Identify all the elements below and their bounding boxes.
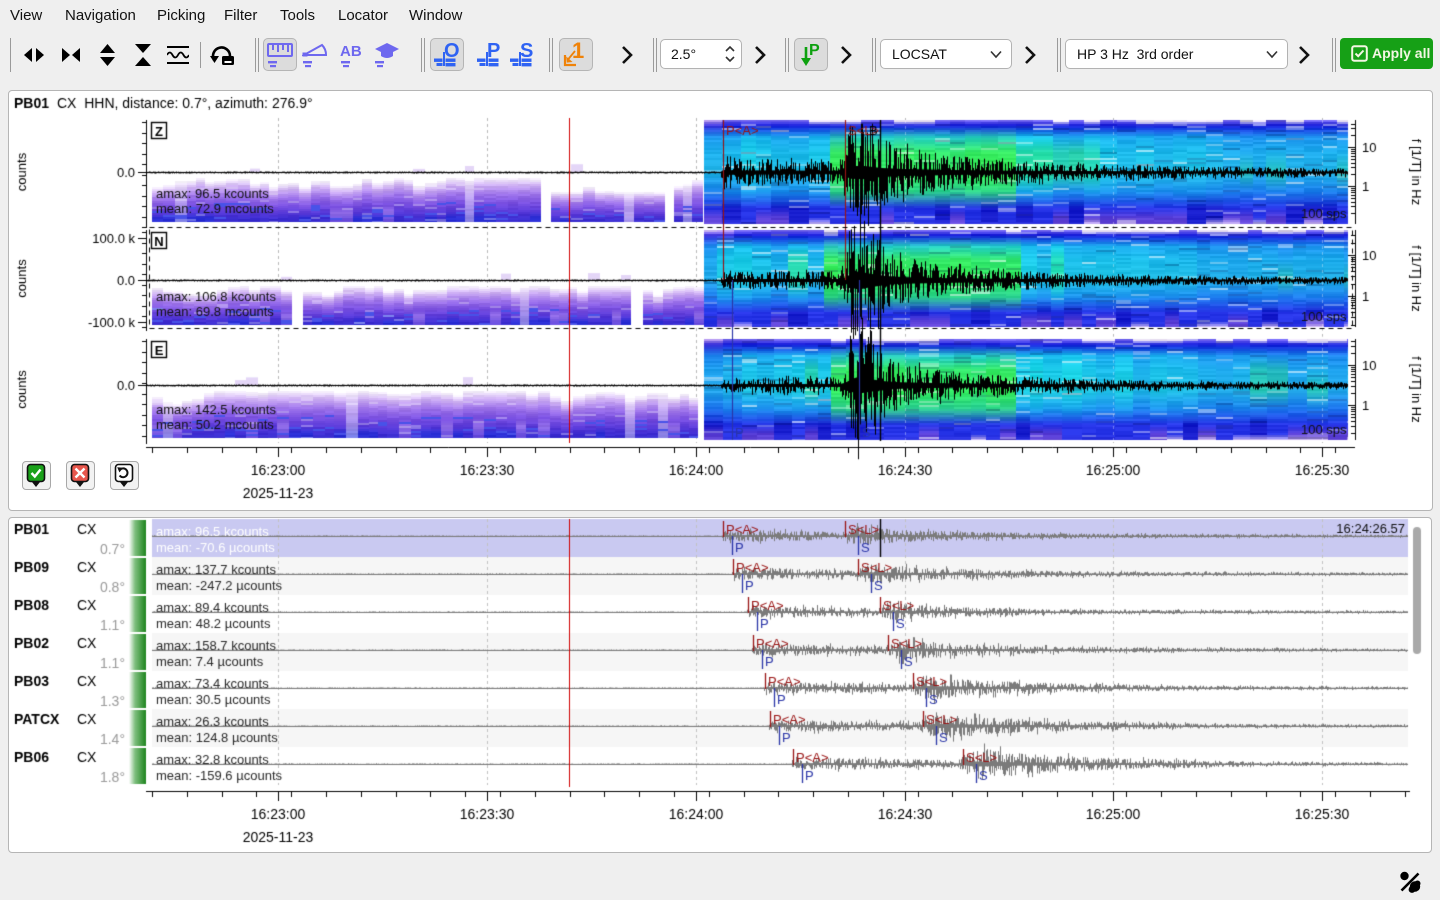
svg-text:P: P <box>809 42 820 59</box>
svg-text:AB: AB <box>340 43 362 60</box>
